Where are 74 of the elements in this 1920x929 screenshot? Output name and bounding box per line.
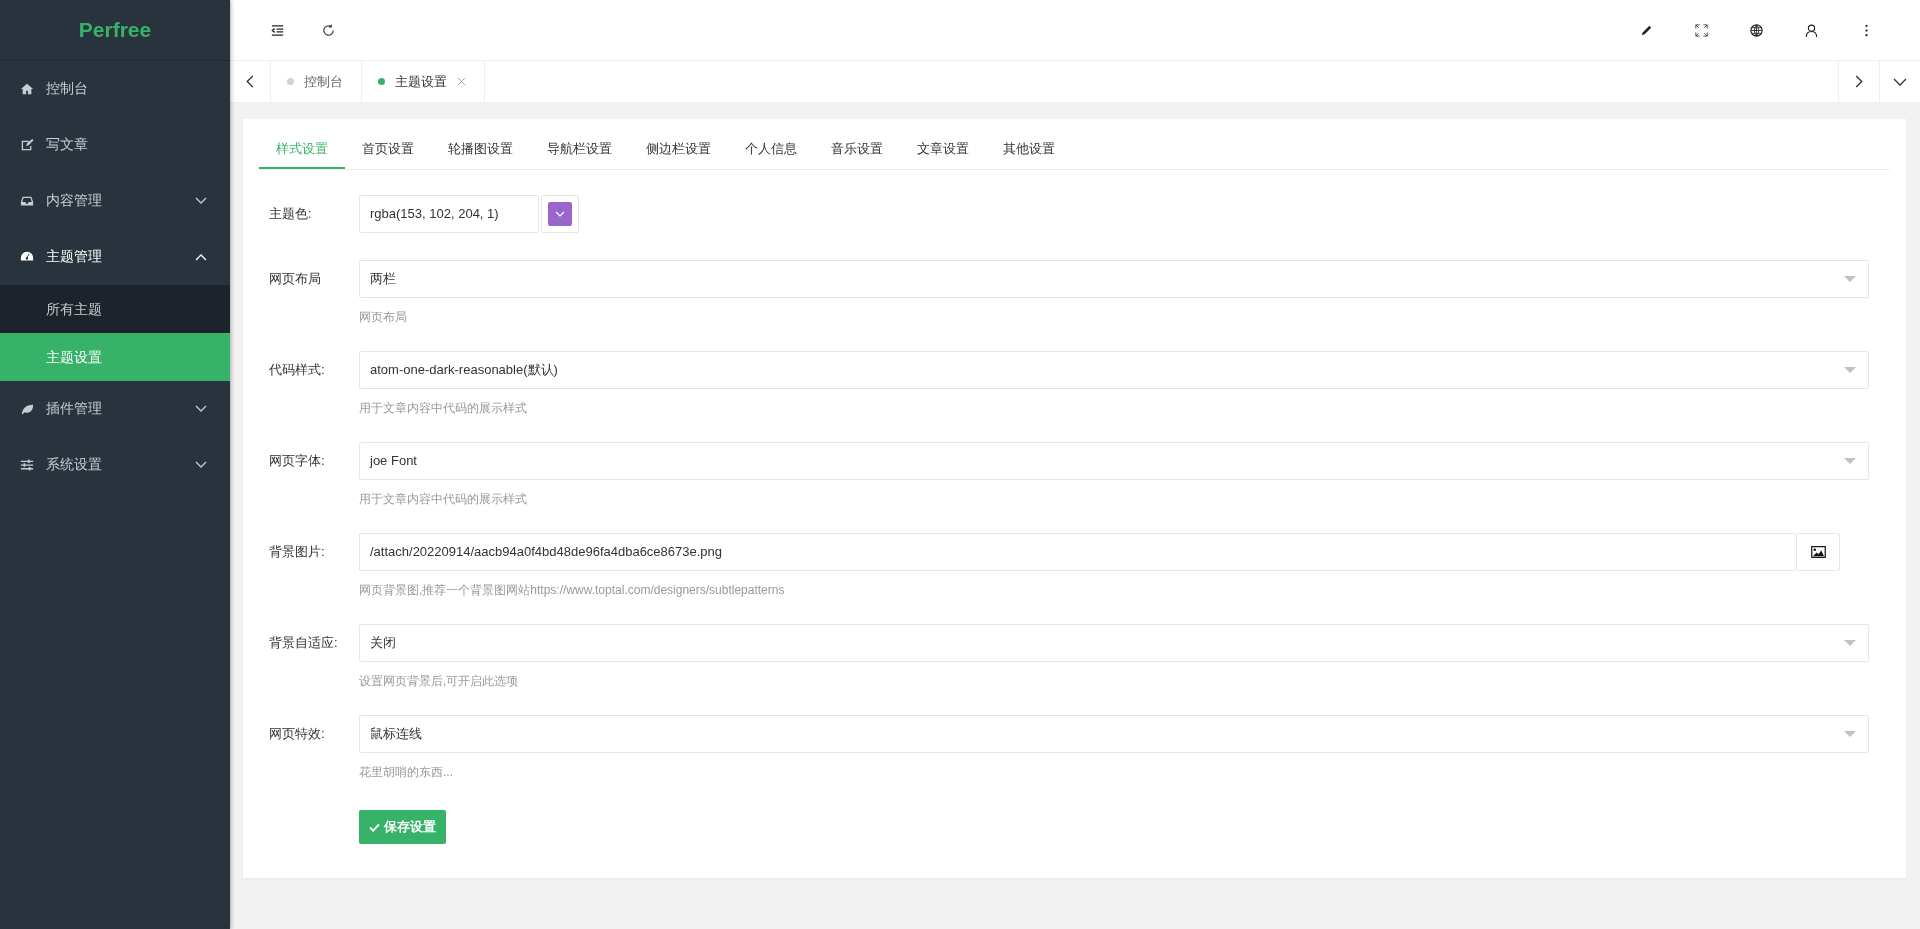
dashboard-icon bbox=[20, 250, 34, 264]
field-label: 主题色: bbox=[268, 205, 313, 223]
sidebar-item-label: 写文章 bbox=[46, 136, 89, 154]
settings-tab[interactable]: 个人信息 bbox=[728, 129, 814, 169]
help-text: 用于文章内容中代码的展示样式 bbox=[359, 400, 528, 417]
status-dot-icon bbox=[378, 78, 385, 85]
help-text: 花里胡哨的东西... bbox=[359, 764, 454, 781]
sidebar-item-label: 插件管理 bbox=[46, 400, 103, 418]
color-picker-button[interactable] bbox=[541, 195, 579, 233]
sidebar-item-label: 控制台 bbox=[46, 80, 89, 98]
user-icon[interactable] bbox=[1804, 22, 1819, 38]
fullscreen-icon[interactable] bbox=[1694, 22, 1709, 38]
help-text: 设置网页背景后,可开启此选项 bbox=[359, 673, 520, 690]
sliders-icon bbox=[20, 458, 34, 472]
refresh-icon[interactable] bbox=[321, 22, 336, 38]
chevron-left-icon bbox=[246, 75, 254, 88]
sidebar-item[interactable]: 写文章 bbox=[0, 117, 230, 173]
settings-tab[interactable]: 轮播图设置 bbox=[431, 129, 530, 169]
dropdown-arrow-icon bbox=[1844, 458, 1856, 464]
help-text: 网页背景图,推荐一个背景图网站https://www.toptal.com/designers/subtlepatterns bbox=[359, 582, 786, 599]
sidebar-item[interactable]: 控制台 bbox=[0, 61, 230, 117]
settings-tab[interactable]: 导航栏设置 bbox=[530, 129, 629, 169]
sidebar-item[interactable]: 内容管理 bbox=[0, 173, 230, 229]
field-label: 背景图片: bbox=[268, 543, 326, 561]
check-icon bbox=[369, 822, 380, 832]
settings-tab[interactable]: 其他设置 bbox=[986, 129, 1072, 169]
globe-icon[interactable] bbox=[1749, 22, 1764, 38]
help-text: 用于文章内容中代码的展示样式 bbox=[359, 491, 528, 508]
chevron-down-icon bbox=[1893, 77, 1907, 86]
image-path-field[interactable]: /attach/20220914/aacb94a0f4bd48de96fa4dba6ce8673e.png bbox=[359, 533, 1797, 571]
submenu-item[interactable]: 所有主题 bbox=[0, 285, 230, 333]
dropdown-arrow-icon bbox=[1844, 640, 1856, 646]
page-tab-label: 控制台 bbox=[304, 72, 343, 91]
sidebar-item[interactable]: 主题管理 bbox=[0, 229, 230, 285]
field-label: 网页字体: bbox=[268, 452, 326, 470]
page-tab[interactable]: 控制台 bbox=[271, 61, 362, 102]
select-field[interactable]: atom-one-dark-reasonable(默认) bbox=[359, 351, 1869, 389]
settings-tab[interactable]: 文章设置 bbox=[900, 129, 986, 169]
edit-icon bbox=[20, 138, 34, 152]
inbox-icon bbox=[20, 194, 34, 208]
image-picker-button[interactable] bbox=[1797, 533, 1840, 571]
sidebar-item-label: 内容管理 bbox=[46, 192, 103, 210]
page-tab[interactable]: 主题设置 bbox=[362, 61, 485, 102]
sidebar-item[interactable]: 系统设置 bbox=[0, 437, 230, 493]
color-input-field[interactable]: rgba(153, 102, 204, 1) bbox=[359, 195, 539, 233]
sidebar-item-label: 主题管理 bbox=[46, 248, 103, 266]
field-label: 网页布局 bbox=[268, 270, 322, 288]
dropdown-arrow-icon bbox=[1844, 276, 1856, 282]
select-field[interactable]: 两栏 bbox=[359, 260, 1869, 298]
chevron-icon bbox=[195, 197, 207, 205]
settings-tab[interactable]: 音乐设置 bbox=[814, 129, 900, 169]
home-icon bbox=[20, 82, 34, 96]
field-label: 代码样式: bbox=[268, 361, 326, 379]
sidebar-item-label: 系统设置 bbox=[46, 456, 103, 474]
select-field[interactable]: 关闭 bbox=[359, 624, 1869, 662]
status-dot-icon bbox=[287, 78, 294, 85]
menu-fold-icon[interactable] bbox=[270, 22, 285, 38]
leaf-icon bbox=[20, 402, 34, 416]
settings-tab[interactable]: 侧边栏设置 bbox=[629, 129, 728, 169]
chevron-icon bbox=[195, 461, 207, 469]
chevron-icon bbox=[195, 253, 207, 261]
chevron-right-icon bbox=[1855, 75, 1863, 88]
dropdown-arrow-icon bbox=[1844, 731, 1856, 737]
select-field[interactable]: joe Font bbox=[359, 442, 1869, 480]
help-text: 网页布局 bbox=[359, 309, 408, 326]
page-tab-label: 主题设置 bbox=[395, 72, 447, 91]
settings-tab[interactable]: 首页设置 bbox=[345, 129, 431, 169]
image-icon bbox=[1810, 546, 1826, 558]
field-label: 网页特效: bbox=[268, 725, 326, 743]
field-label: 背景自适应: bbox=[268, 634, 339, 652]
select-field[interactable]: 鼠标连线 bbox=[359, 715, 1869, 753]
dropdown-arrow-icon bbox=[1844, 367, 1856, 373]
sidebar-item[interactable]: 插件管理 bbox=[0, 381, 230, 437]
chevron-icon bbox=[195, 405, 207, 413]
